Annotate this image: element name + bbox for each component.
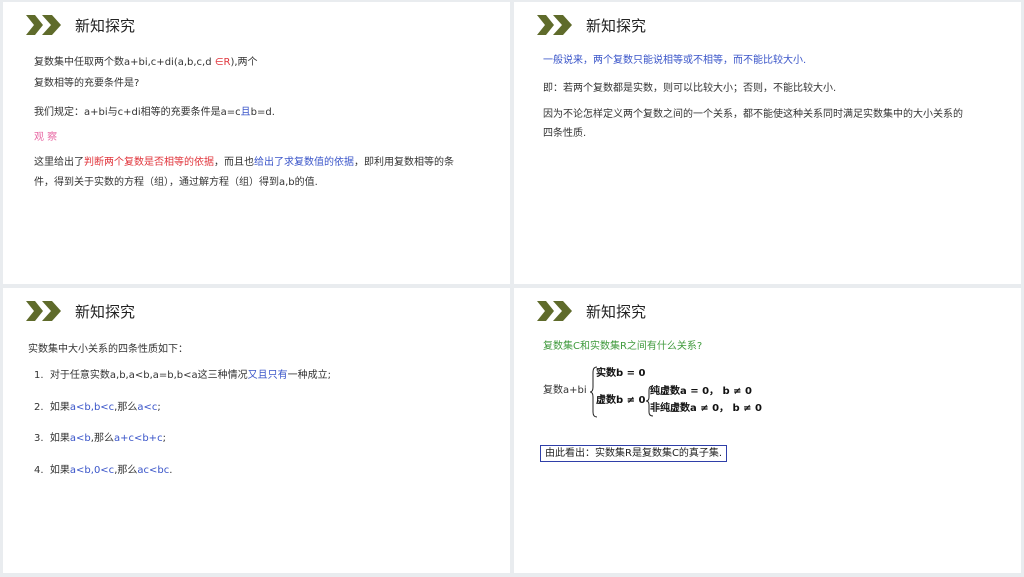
- item-text-end: .: [169, 465, 173, 476]
- item-text: 对于任意实数a,b,a<b,a=b,b<a这三种情况: [49, 370, 248, 381]
- double-chevron-icon: [537, 15, 572, 35]
- properties-intro: 实数集中大小关系的四条性质如下：: [28, 344, 188, 355]
- question-line-2: 复数相等的充要条件是?: [34, 78, 140, 89]
- item-number: 4.: [34, 465, 44, 476]
- non-pure-imaginary-branch: 非纯虚数a ≠ 0， b ≠ 0: [650, 403, 762, 414]
- imaginary-number-branch: 虚数b ≠ 0: [596, 395, 646, 406]
- question-text: 复数集中任取两个数a+bi,c+di(a,b,c,d: [34, 57, 215, 68]
- double-chevron-icon: [26, 15, 61, 35]
- conclusion-box: 由此看出：实数集R是复数集C的真子集.: [540, 445, 728, 462]
- panel-title: 新知探究: [75, 16, 136, 35]
- rule-line: 我们规定：a+bi与c+di相等的充要条件是a=c且b=d.: [34, 106, 275, 120]
- panel-title: 新知探究: [75, 302, 136, 321]
- item-text-mid: ,那么: [90, 433, 114, 444]
- panel-title: 新知探究: [586, 302, 647, 321]
- property-item-3: 3. 如果a<b,那么a+c<b+c;: [34, 432, 166, 446]
- panel-header: 新知探究: [537, 300, 646, 322]
- item-highlight: a<b,b<c: [69, 402, 115, 413]
- item-text: 如果: [49, 402, 70, 413]
- pure-imaginary-branch: 纯虚数a = 0， b ≠ 0: [650, 386, 752, 397]
- rule-text-end: b=d.: [250, 107, 275, 118]
- item-number: 1.: [34, 370, 44, 381]
- explanation-line: 即：若两个复数都是实数，则可以比较大小；否则，不能比较大小.: [543, 83, 837, 94]
- item-highlight: a<b,0<c: [69, 465, 115, 476]
- observation-text: 这里给出了: [34, 157, 84, 168]
- item-text: 如果: [49, 433, 70, 444]
- double-chevron-icon: [537, 301, 572, 321]
- panel-title: 新知探究: [586, 16, 647, 35]
- item-highlight: a<b: [69, 433, 91, 444]
- observation-text-end: ，即利用复数相等的条: [354, 157, 454, 168]
- observation-blue: 给出了求复数值的依据: [254, 157, 354, 168]
- observation-line-2: 件，得到关于实数的方程（组），通过解方程（组）得到a,b的值.: [34, 177, 318, 188]
- item-number: 3.: [34, 433, 44, 444]
- double-chevron-icon: [26, 301, 61, 321]
- item-number: 2.: [34, 402, 44, 413]
- slide-panel-4[interactable]: 新知探究 复数集C和实数集R之间有什么关系? 复数a+bi 实数b = 0 虚数…: [514, 288, 1021, 573]
- slide-grid: 新知探究 复数集中任取两个数a+bi,c+di(a,b,c,d ∈R),两个 复…: [0, 0, 1024, 577]
- observation-text-mid: ，而且也: [214, 157, 254, 168]
- item-text: 如果: [49, 465, 70, 476]
- observation-line-1: 这里给出了判断两个复数是否相等的依据，而且也给出了求复数值的依据，即利用复数相等…: [34, 156, 454, 170]
- question-line-1: 复数集中任取两个数a+bi,c+di(a,b,c,d ∈R),两个: [34, 56, 258, 70]
- real-number-branch: 实数b = 0: [596, 368, 646, 379]
- panel-header: 新知探究: [26, 14, 135, 36]
- relation-question: 复数集C和实数集R之间有什么关系?: [543, 341, 703, 352]
- question-text-end: ),两个: [230, 57, 258, 68]
- property-item-2: 2. 如果a<b,b<c,那么a<c;: [34, 401, 161, 415]
- reason-line-2: 四条性质.: [543, 128, 587, 139]
- item-text-end: ;: [162, 433, 166, 444]
- item-highlight-2: a+c<b+c: [113, 433, 163, 444]
- observe-label: 观 察: [34, 132, 58, 143]
- item-text-mid: ,那么: [114, 465, 138, 476]
- statement-line: 一般说来，两个复数只能说相等或不相等，而不能比较大小.: [543, 55, 807, 66]
- classification-root: 复数a+bi: [543, 385, 587, 396]
- item-text-end: 一种成立;: [287, 370, 332, 381]
- rule-text: 我们规定：a+bi与c+di相等的充要条件是a=c: [34, 107, 241, 118]
- item-text-end: ;: [157, 402, 161, 413]
- observation-red: 判断两个复数是否相等的依据: [84, 157, 214, 168]
- item-highlight-2: ac<bc: [137, 465, 170, 476]
- item-highlight-2: a<c: [137, 402, 158, 413]
- slide-panel-3[interactable]: 新知探究 实数集中大小关系的四条性质如下： 1. 对于任意实数a,b,a<b,a…: [3, 288, 510, 573]
- panel-header: 新知探究: [537, 14, 646, 36]
- question-highlight: ∈R: [214, 57, 231, 68]
- slide-panel-1[interactable]: 新知探究 复数集中任取两个数a+bi,c+di(a,b,c,d ∈R),两个 复…: [3, 2, 510, 284]
- reason-line-1: 因为不论怎样定义两个复数之间的一个关系，都不能使这种关系同时满足实数集中的大小关…: [543, 109, 963, 120]
- item-highlight: 又且只有: [247, 370, 288, 381]
- property-item-4: 4. 如果a<b,0<c,那么ac<bc.: [34, 464, 172, 478]
- item-text-mid: ,那么: [114, 402, 138, 413]
- panel-header: 新知探究: [26, 300, 135, 322]
- property-item-1: 1. 对于任意实数a,b,a<b,a=b,b<a这三种情况又且只有一种成立;: [34, 369, 331, 383]
- slide-panel-2[interactable]: 新知探究 一般说来，两个复数只能说相等或不相等，而不能比较大小. 即：若两个复数…: [514, 2, 1021, 284]
- rule-highlight: 且: [240, 107, 251, 118]
